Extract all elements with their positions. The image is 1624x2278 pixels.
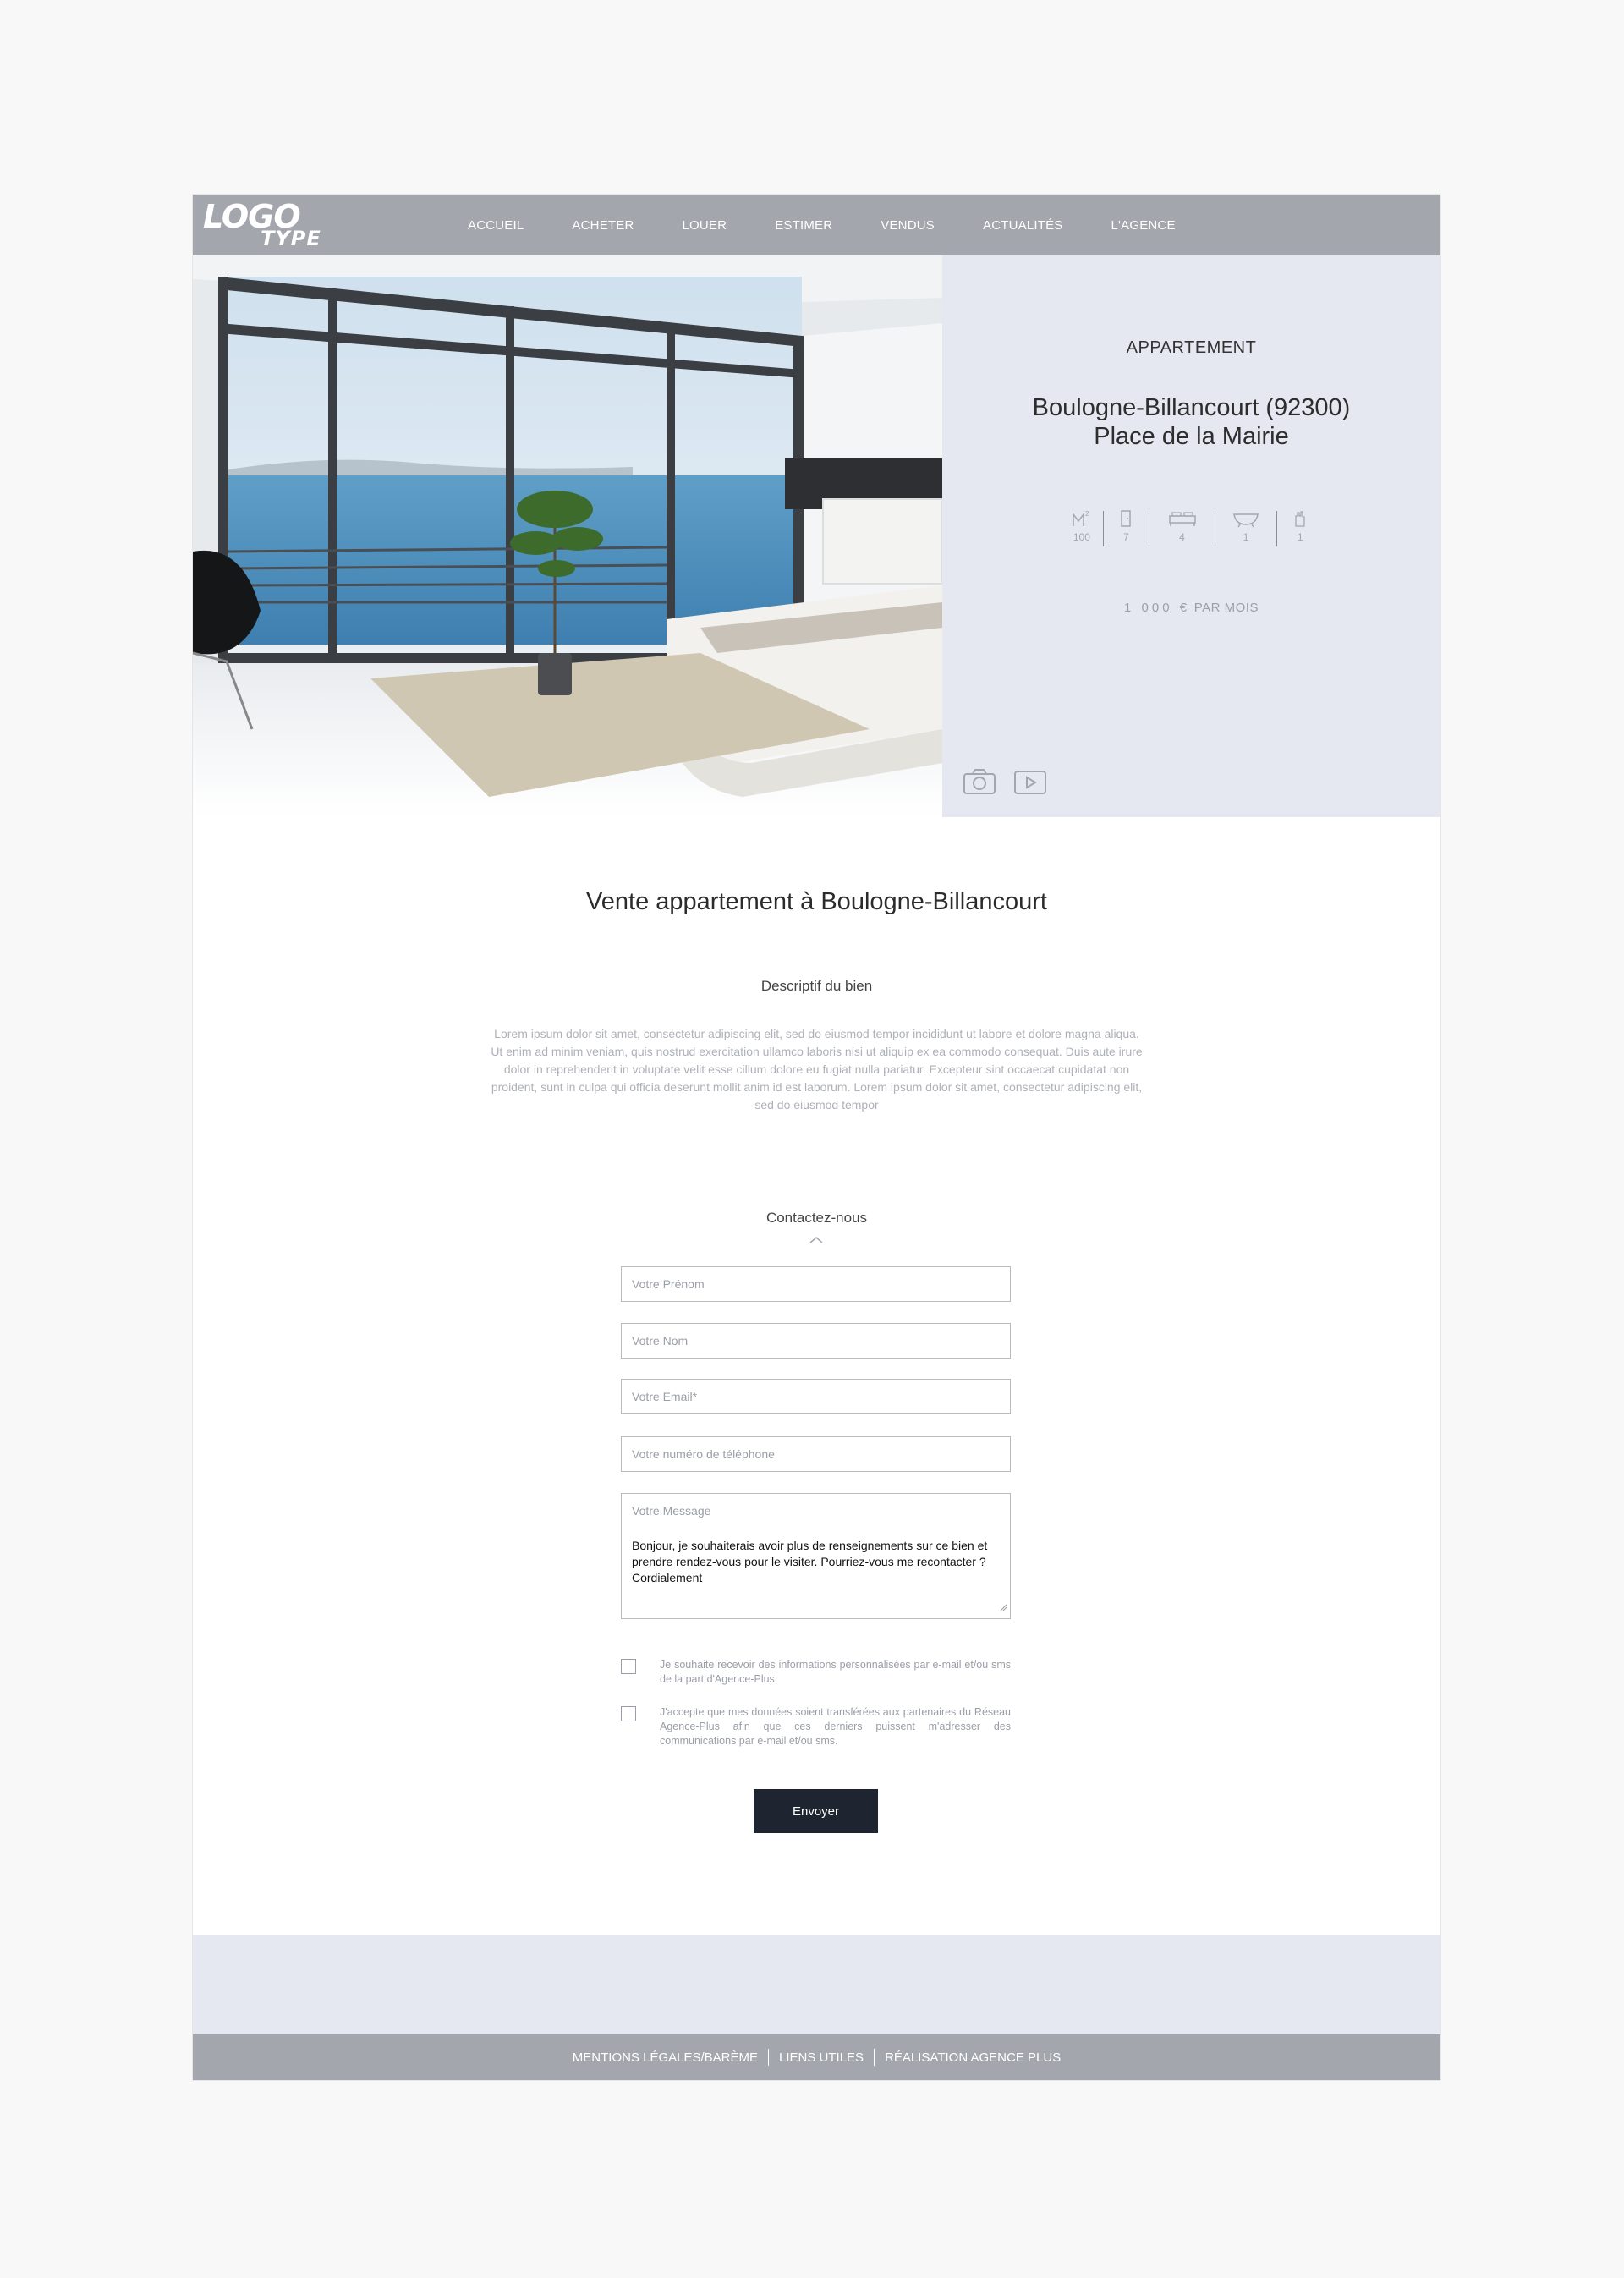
contact-heading: Contactez-nous	[765, 1210, 868, 1226]
feature-bedrooms-value: 4	[1179, 531, 1185, 543]
nav-item-estimer[interactable]: ESTIMER	[775, 218, 832, 233]
main-nav: ACCUEIL ACHETER LOUER ESTIMER VENDUS ACT…	[468, 195, 1224, 255]
video-play-icon[interactable]	[1013, 768, 1047, 799]
property-city: Boulogne-Billancourt (92300)	[1032, 394, 1351, 421]
bed-icon	[1168, 512, 1196, 526]
chevron-up-icon	[809, 1233, 823, 1249]
phone-field[interactable]	[621, 1436, 1011, 1472]
footer-link-mentions[interactable]: MENTIONS LÉGALES/BARÈME	[573, 2050, 758, 2065]
prefooter-band	[193, 1935, 1440, 2034]
description-text: Lorem ipsum dolor sit amet, consectetur …	[491, 1027, 1143, 1112]
consent-checkbox-2[interactable]	[621, 1706, 636, 1721]
property-type: APPARTEMENT	[1126, 338, 1257, 357]
feature-rooms-value: 7	[1123, 531, 1129, 543]
logo[interactable]: LOGO TYPE	[203, 198, 330, 250]
submit-button[interactable]: Envoyer	[754, 1789, 878, 1833]
surface-m2-icon: 2	[1073, 510, 1089, 526]
nav-item-agence[interactable]: L'AGENCE	[1111, 218, 1176, 233]
feature-bathrooms: 1	[1215, 509, 1277, 552]
message-field[interactable]: Votre Message Bonjour, je souhaiterais a…	[621, 1493, 1011, 1619]
message-placeholder: Votre Message	[632, 1504, 711, 1518]
feature-other: 1	[1277, 509, 1323, 552]
firstname-field[interactable]	[621, 1266, 1011, 1302]
property-price: 1 000 € PAR MOIS	[942, 601, 1440, 615]
feature-rooms: 7	[1104, 509, 1149, 552]
hand-icon	[1295, 511, 1305, 527]
resize-handle-icon[interactable]	[999, 1600, 1007, 1616]
lastname-field[interactable]	[621, 1323, 1011, 1359]
feature-bathrooms-value: 1	[1243, 531, 1249, 543]
svg-text:2: 2	[1085, 510, 1089, 518]
header: LOGO TYPE ACCUEIL ACHETER LOUER ESTIMER …	[193, 195, 1440, 255]
nav-item-accueil[interactable]: ACCUEIL	[468, 218, 524, 233]
nav-item-actualites[interactable]: ACTUALITÉS	[983, 218, 1063, 233]
footer-divider	[768, 2049, 770, 2066]
logo-line-2: TYPE	[261, 227, 321, 250]
feature-surface: 2 100	[1061, 509, 1103, 552]
message-text: Bonjour, je souhaiterais avoir plus de r…	[632, 1539, 988, 1584]
price-amount: 1 000 €	[1124, 601, 1191, 615]
footer-link-realisation[interactable]: RÉALISATION AGENCE PLUS	[885, 2050, 1061, 2065]
nav-item-acheter[interactable]: ACHETER	[572, 218, 634, 233]
footer-link-liens[interactable]: LIENS UTILES	[779, 2050, 864, 2065]
property-summary-panel: APPARTEMENT Boulogne-Billancourt (92300)…	[942, 255, 1440, 817]
email-field[interactable]	[621, 1379, 1011, 1414]
feature-other-value: 1	[1297, 531, 1303, 543]
page-frame: LOGO TYPE ACCUEIL ACHETER LOUER ESTIMER …	[193, 195, 1440, 2080]
footer-divider	[874, 2049, 875, 2066]
page-title: Vente appartement à Boulogne-Billancourt	[586, 888, 1047, 915]
media-buttons	[963, 768, 1047, 799]
consent-label-1: Je souhaite recevoir des informations pe…	[660, 1659, 1011, 1685]
property-features: 2 100 7 4 1 1	[1061, 509, 1323, 552]
consent-label-2: J'accepte que mes données soient transfé…	[660, 1706, 1011, 1747]
nav-item-vendus[interactable]: VENDUS	[881, 218, 935, 233]
property-address: Place de la Mairie	[1094, 423, 1289, 450]
feature-bedrooms: 4	[1149, 509, 1215, 552]
description-heading: Descriptif du bien	[760, 978, 873, 994]
camera-icon[interactable]	[963, 768, 996, 799]
price-period: PAR MOIS	[1193, 601, 1259, 615]
nav-item-louer[interactable]: LOUER	[683, 218, 727, 233]
footer: MENTIONS LÉGALES/BARÈME LIENS UTILES RÉA…	[193, 2034, 1440, 2080]
property-photo[interactable]	[193, 255, 942, 817]
door-icon	[1121, 510, 1132, 527]
bathtub-icon	[1233, 513, 1259, 528]
consent-checkbox-1[interactable]	[621, 1659, 636, 1674]
feature-surface-value: 100	[1073, 531, 1090, 543]
